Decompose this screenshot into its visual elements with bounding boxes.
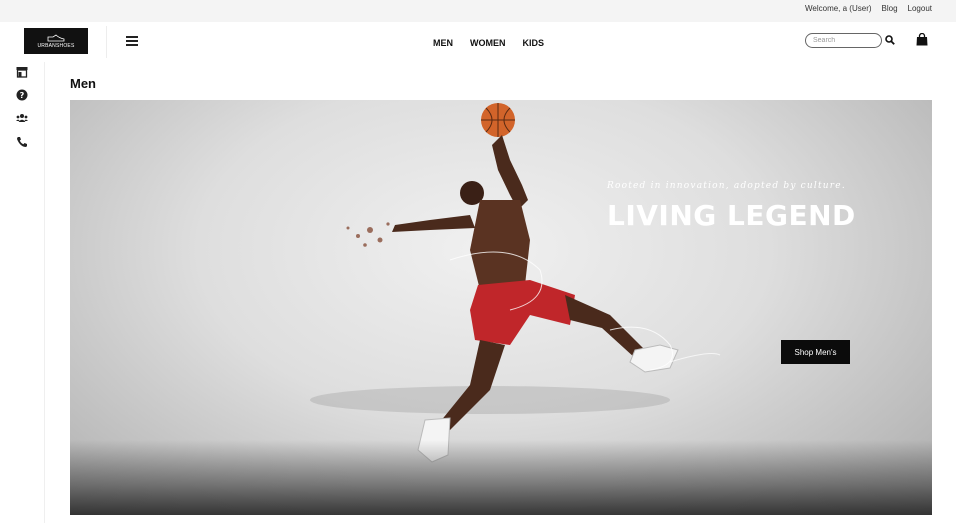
main-nav: MEN WOMEN KIDS — [433, 38, 544, 48]
hero-floor-shadow — [70, 440, 932, 515]
svg-text:?: ? — [20, 91, 25, 100]
users-icon[interactable] — [16, 112, 28, 124]
left-sidebar: ? — [0, 62, 45, 523]
hamburger-menu-icon[interactable] — [126, 36, 138, 46]
hero-banner: Rooted in innovation, adopted by culture… — [70, 100, 932, 515]
help-icon[interactable]: ? — [16, 89, 28, 101]
store-icon[interactable] — [16, 66, 28, 78]
blog-link[interactable]: Blog — [882, 4, 898, 13]
hero-headline: LIVING LEGEND — [607, 199, 856, 232]
nav-men[interactable]: MEN — [433, 38, 453, 48]
shopping-bag-icon[interactable] — [916, 33, 928, 46]
logout-link[interactable]: Logout — [908, 4, 932, 13]
site-logo[interactable]: URBANSHOES — [24, 28, 88, 54]
welcome-text: Welcome, a (User) — [804, 4, 872, 13]
nav-kids[interactable]: KIDS — [523, 38, 545, 48]
search-icon[interactable] — [885, 35, 895, 45]
top-utility-bar: Welcome, a (User) Blog Logout — [0, 0, 956, 23]
header-divider — [106, 26, 107, 58]
account-links: Welcome, a (User) Blog Logout — [805, 4, 932, 13]
logo-text: URBANSHOES — [37, 42, 75, 49]
page-title: Men — [70, 76, 96, 91]
site-header: URBANSHOES MEN WOMEN KIDS — [0, 22, 956, 62]
phone-icon[interactable] — [16, 136, 28, 148]
search-input[interactable] — [805, 33, 882, 48]
hero-tagline: Rooted in innovation, adopted by culture… — [607, 181, 846, 191]
nav-women[interactable]: WOMEN — [470, 38, 506, 48]
shop-men-button[interactable]: Shop Men's — [781, 340, 850, 364]
shoe-logo-icon — [47, 33, 65, 41]
